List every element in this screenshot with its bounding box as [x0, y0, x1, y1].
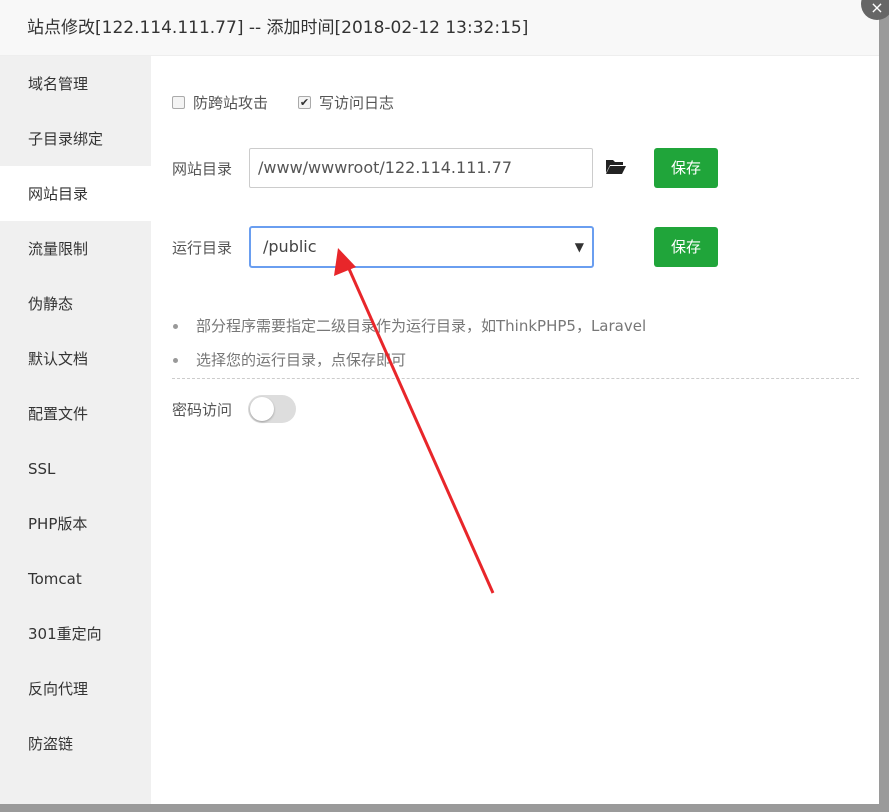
annotation-arrow [334, 248, 495, 594]
